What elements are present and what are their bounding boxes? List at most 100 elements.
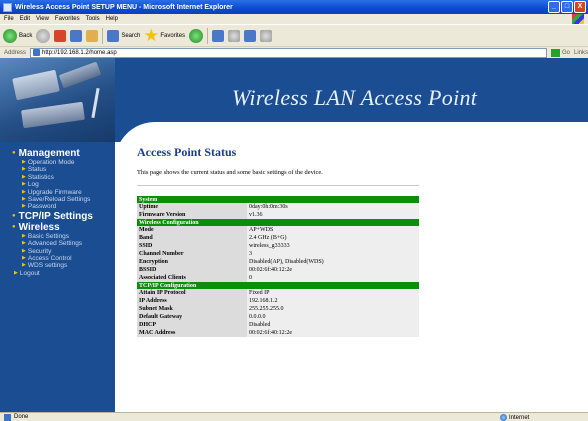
messenger-button[interactable] xyxy=(260,29,273,42)
nav-item-save-reload-settings[interactable]: ▶ Save/Reload Settings xyxy=(12,196,115,203)
nav-item-statistics[interactable]: ▶ Statistics xyxy=(12,174,115,181)
nav-item-label: Logout xyxy=(19,269,40,277)
mail-button[interactable] xyxy=(212,29,225,42)
nav-item-log[interactable]: ▶ Log xyxy=(12,181,115,188)
menu-help[interactable]: Help xyxy=(106,16,118,22)
arrow-icon: ▶ xyxy=(22,255,26,262)
go-arrow-icon xyxy=(550,48,560,57)
row-value: Disabled(AP), Disabled(WDS) xyxy=(247,258,419,266)
nav-item-label: Upgrade Firmware xyxy=(27,188,82,196)
refresh-button[interactable] xyxy=(70,29,83,42)
table-row: Mode AP+WDS xyxy=(137,226,419,234)
window-titlebar[interactable]: Wireless Access Point SETUP MENU - Micro… xyxy=(0,0,588,14)
nav-section-management[interactable]: ● Management xyxy=(12,148,115,159)
arrow-icon: ▶ xyxy=(22,240,26,247)
row-value: 3 xyxy=(247,250,419,258)
table-row: Channel Number 3 xyxy=(137,250,419,258)
nav-item-upgrade-firmware[interactable]: ▶ Upgrade Firmware xyxy=(12,189,115,196)
row-label: SSID xyxy=(137,242,247,250)
row-value: 2.4 GHz (B+G) xyxy=(247,234,419,242)
nav-item-password[interactable]: ▶ Password xyxy=(12,203,115,210)
nav-item-label: Advanced Settings xyxy=(27,240,83,248)
row-label: Associated Clients xyxy=(137,274,247,282)
arrow-icon: ▶ xyxy=(22,188,26,195)
menu-edit[interactable]: Edit xyxy=(20,16,30,22)
page-title: Access Point Status xyxy=(137,145,237,159)
windows-logo-icon xyxy=(572,14,584,24)
row-value: Disabled xyxy=(247,321,419,329)
menu-tools[interactable]: Tools xyxy=(86,16,100,22)
row-value: v1.36 xyxy=(247,211,419,219)
nav-item-label: Password xyxy=(27,203,57,211)
nav-item-operation-mode[interactable]: ▶ Operation Mode xyxy=(12,159,115,166)
nav-item-logout[interactable]: ▶ Logout xyxy=(12,270,115,277)
nav-item-access-control[interactable]: ▶ Access Control xyxy=(12,255,115,262)
globe-icon xyxy=(500,414,507,421)
toolbar: Back Search Favorites xyxy=(0,24,588,46)
nav-section-label: TCP/IP Settings xyxy=(18,210,93,222)
nav-item-label: Save/Reload Settings xyxy=(27,196,91,204)
ie-icon xyxy=(3,2,12,12)
arrow-icon: ▶ xyxy=(22,166,26,173)
row-label: DHCP xyxy=(137,321,247,329)
row-label: Uptime xyxy=(137,203,247,211)
status-bar: Done Internet xyxy=(0,412,588,421)
search-label: Search xyxy=(121,32,141,39)
home-button[interactable] xyxy=(86,29,99,42)
section-header-row: TCP/IP Configuration xyxy=(137,282,419,289)
print-button[interactable] xyxy=(228,29,241,42)
maximize-button[interactable]: □ xyxy=(561,1,573,13)
nav-section-tcpip-settings[interactable]: ● TCP/IP Settings xyxy=(12,211,115,222)
back-arrow-icon xyxy=(3,28,17,43)
links-button[interactable]: Links xyxy=(574,50,588,56)
nav-item-status[interactable]: ▶ Status xyxy=(12,166,115,173)
bullet-icon: ● xyxy=(12,223,16,230)
table-row: Associated Clients 0 xyxy=(137,274,419,282)
menu-bar: File Edit View Favorites Tools Help xyxy=(0,14,588,24)
nav-item-security[interactable]: ▶ Security xyxy=(12,248,115,255)
nav-item-label: WDS settings xyxy=(27,262,68,270)
forward-button[interactable] xyxy=(36,28,51,43)
minimize-button[interactable]: _ xyxy=(548,1,560,13)
menu-view[interactable]: View xyxy=(36,16,49,22)
nav-item-advanced-settings[interactable]: ▶ Advanced Settings xyxy=(12,240,115,247)
row-value: 0day:0h:0m:30s xyxy=(247,203,419,211)
row-label: BSSID xyxy=(137,266,247,274)
row-label: Subnet Mask xyxy=(137,305,247,313)
device-shape xyxy=(21,101,85,129)
arrow-icon: ▶ xyxy=(22,262,26,269)
table-row: Firmware Version v1.36 xyxy=(137,211,419,219)
search-button[interactable]: Search xyxy=(107,29,141,42)
status-table: System Uptime 0day:0h:0m:30s Firmware Ver… xyxy=(137,196,419,337)
address-input[interactable]: http://192.168.1.2/home.asp xyxy=(30,47,547,58)
menu-file[interactable]: File xyxy=(4,16,14,22)
row-value: 255.255.255.0 xyxy=(247,305,419,313)
media-button[interactable] xyxy=(189,28,204,43)
nav-section-wireless[interactable]: ● Wireless xyxy=(12,222,115,233)
nav-item-basic-settings[interactable]: ▶ Basic Settings xyxy=(12,233,115,240)
arrow-icon: ▶ xyxy=(22,173,26,180)
row-value: 0 xyxy=(247,274,419,282)
page-description: This page shows the current status and s… xyxy=(137,169,323,176)
section-header: Wireless Configuration xyxy=(137,219,419,226)
go-button[interactable]: Go xyxy=(550,48,570,57)
star-icon xyxy=(144,28,159,42)
main-content: Access Point Status This page shows the … xyxy=(137,142,577,337)
page-viewport: Wireless LAN Access Point ● Management ▶… xyxy=(0,58,588,412)
menu-favorites[interactable]: Favorites xyxy=(55,16,80,22)
favorites-button[interactable]: Favorites xyxy=(144,28,185,43)
antenna-shape xyxy=(91,87,100,119)
table-row: Encryption Disabled(AP), Disabled(WDS) xyxy=(137,258,419,266)
arrow-icon: ▶ xyxy=(22,203,26,210)
divider xyxy=(137,185,419,186)
back-button[interactable]: Back xyxy=(3,28,32,43)
close-button[interactable]: X xyxy=(574,1,586,13)
page-icon xyxy=(4,413,11,421)
section-header: TCP/IP Configuration xyxy=(137,282,419,289)
toolbar-separator xyxy=(102,27,104,44)
row-value: wireless_g33333 xyxy=(247,242,419,250)
stop-button[interactable] xyxy=(54,29,67,42)
nav-item-wds-settings[interactable]: ▶ WDS settings xyxy=(12,262,115,269)
edit-button[interactable] xyxy=(244,29,257,42)
arrow-icon: ▶ xyxy=(22,196,26,203)
